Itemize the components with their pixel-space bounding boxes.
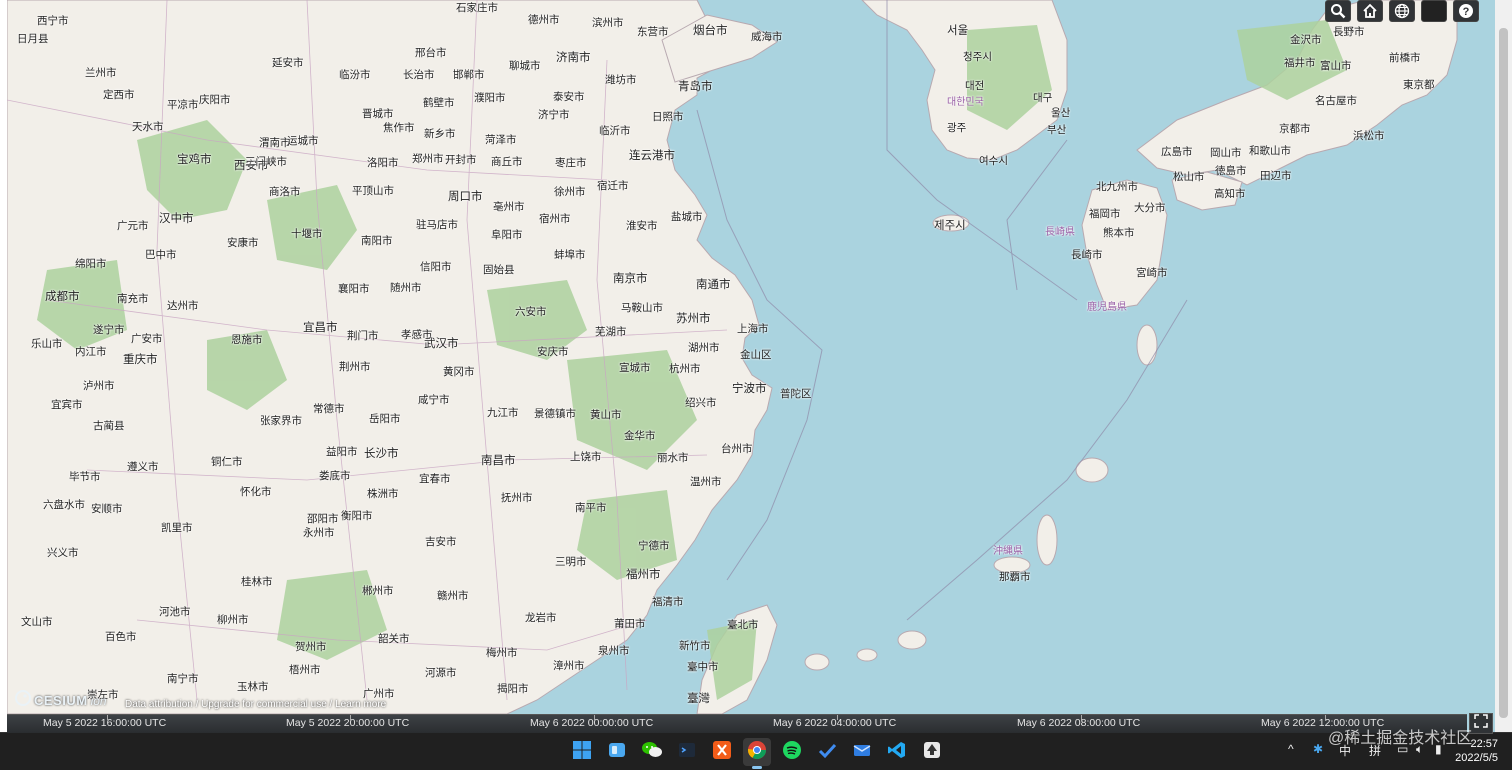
help-icon: ? — [1458, 3, 1474, 19]
geocoder-button[interactable] — [1325, 0, 1351, 22]
timeline-tick: May 6 2022 00:00:00 UTC — [530, 717, 654, 729]
map-canvas[interactable] — [7, 0, 1495, 732]
xmind-icon — [712, 740, 732, 765]
ime-mode-indicator[interactable]: 中 — [1339, 742, 1351, 759]
help-button[interactable]: ? — [1453, 0, 1479, 22]
cesium-viewer[interactable]: 西宁市 日月县 兰州市 定西市 天水市 宝鸡市 西安市 渭南市 延安市 庆阳市 … — [7, 0, 1495, 732]
scrollbar-thumb[interactable] — [1499, 28, 1508, 718]
page-scrollbar[interactable] — [1495, 0, 1512, 732]
vscode-icon — [887, 740, 907, 765]
svg-text:?: ? — [1463, 6, 1470, 18]
network-icon[interactable]: ▭ — [1397, 742, 1408, 756]
bluetooth-icon[interactable]: ✱ — [1313, 742, 1323, 756]
timeline-tick: May 5 2022 20:00:00 UTC — [286, 717, 410, 729]
taskbar-app-widgets[interactable] — [603, 738, 631, 766]
home-icon — [1362, 3, 1378, 19]
battery-icon[interactable]: ▮ — [1435, 742, 1442, 756]
timeline-tick: May 6 2022 08:00:00 UTC — [1017, 717, 1141, 729]
taskbar-app-mail[interactable] — [848, 738, 876, 766]
cesium-logo-word: CESIUM — [34, 693, 88, 708]
cesium-logo-ion: ion — [90, 693, 107, 708]
base-layer-picker-button[interactable] — [1421, 0, 1447, 22]
windows-start-icon — [572, 740, 592, 765]
cesium-ion-logo[interactable]: CESIUM ion — [15, 690, 107, 711]
taskbar-app-spotify[interactable] — [778, 738, 806, 766]
chrome-icon — [747, 740, 767, 765]
timeline-bar[interactable]: May 5 2022 16:00:00 UTC May 5 2022 20:00… — [7, 714, 1467, 733]
timeline-tick: May 6 2022 12:00:00 UTC — [1261, 717, 1385, 729]
timeline-tick: May 5 2022 16:00:00 UTC — [43, 717, 167, 729]
taskbar-app-wechat[interactable] — [638, 738, 666, 766]
windows-taskbar: ^ ✱ 中 拼 ▭ 🔈︎ ▮ 22:57 2022/5/5 — [0, 732, 1512, 770]
taskbar-app-inkscape[interactable] — [918, 738, 946, 766]
fullscreen-icon — [1474, 714, 1488, 733]
clock-date: 2022/5/5 — [1455, 752, 1498, 764]
scene-mode-button[interactable] — [1389, 0, 1415, 22]
volume-icon[interactable]: 🔈︎ — [1416, 742, 1423, 757]
home-button[interactable] — [1357, 0, 1383, 22]
todo-check-icon — [817, 740, 837, 765]
credits-link[interactable]: Data attribution / Upgrade for commercia… — [125, 699, 386, 710]
taskbar-app-terminal[interactable] — [673, 738, 701, 766]
jeju-island — [932, 214, 970, 232]
fullscreen-button[interactable] — [1469, 713, 1493, 734]
tray-overflow-icon[interactable]: ^ — [1288, 742, 1294, 756]
taskbar-app-xmind[interactable] — [708, 738, 736, 766]
terminal-icon — [677, 740, 697, 765]
search-icon — [1330, 3, 1346, 19]
spotify-icon — [782, 740, 802, 765]
taskbar-app-chrome[interactable] — [743, 738, 771, 769]
timeline-tick: May 6 2022 04:00:00 UTC — [773, 717, 897, 729]
mail-icon — [852, 740, 872, 765]
system-clock[interactable]: 22:57 2022/5/5 — [1455, 737, 1498, 765]
wechat-icon — [641, 740, 663, 765]
cesium-toolbar: ? — [1325, 0, 1479, 22]
widgets-icon — [607, 740, 627, 765]
taskbar-app-vscode[interactable] — [883, 738, 911, 766]
taskbar-app-todo[interactable] — [813, 738, 841, 766]
clock-time: 22:57 — [1470, 738, 1498, 750]
cesium-logo-icon — [15, 690, 31, 711]
globe-icon — [1394, 3, 1410, 19]
start-button[interactable] — [568, 738, 596, 766]
ime-input-indicator[interactable]: 拼 — [1369, 742, 1381, 759]
inkscape-icon — [922, 740, 942, 765]
